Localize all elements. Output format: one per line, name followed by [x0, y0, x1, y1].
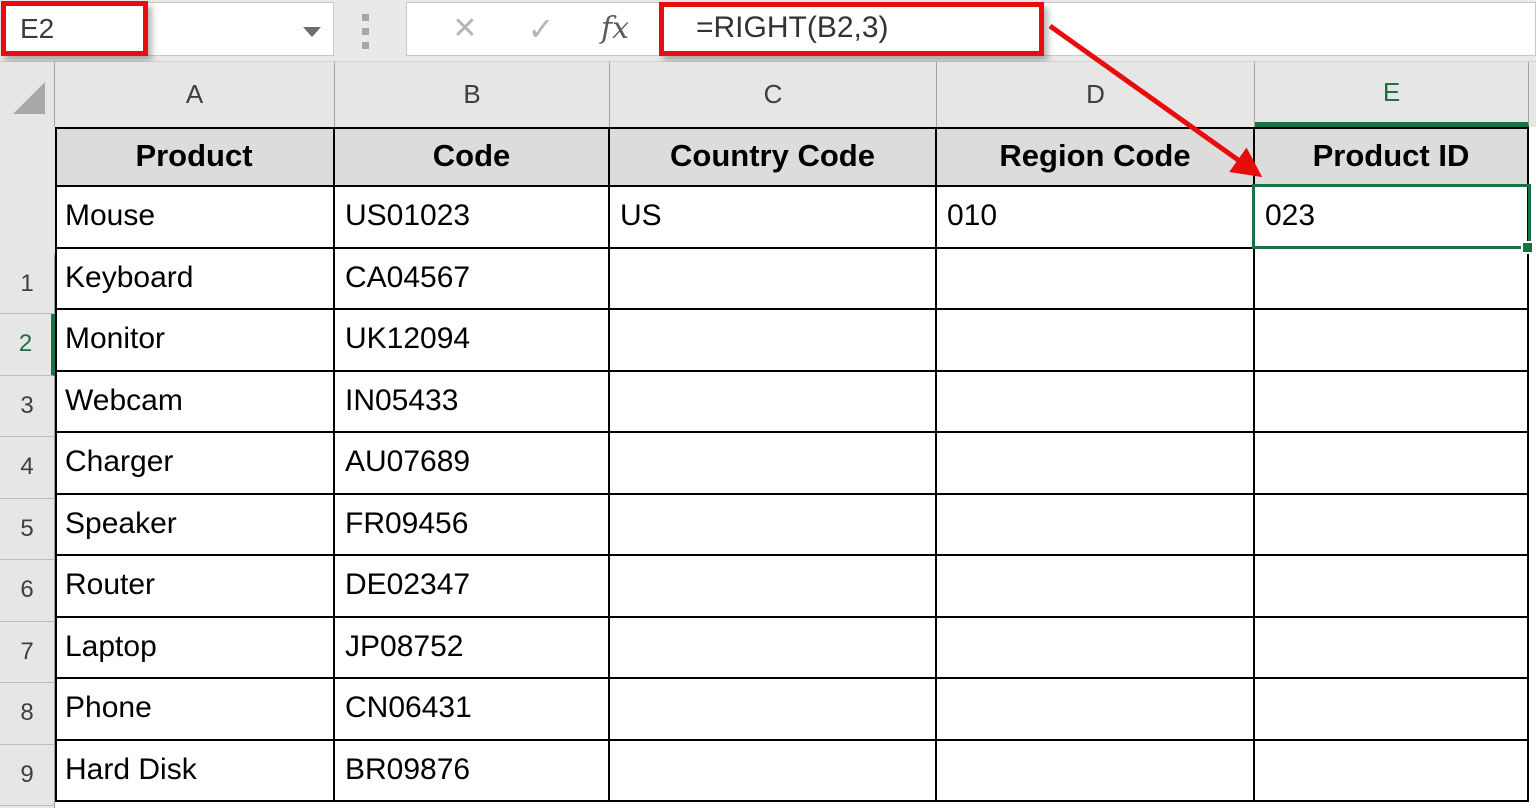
- enter-check-icon[interactable]: ✓: [519, 3, 563, 55]
- spreadsheet-app: E2 ✕ ✓ fx =RIGHT(B2,3) ABCDE 12345678910…: [0, 0, 1536, 808]
- formula-bar-drag-handle[interactable]: [362, 14, 370, 50]
- row-header-9[interactable]: 9: [0, 744, 55, 806]
- cell-D4[interactable]: [937, 310, 1255, 372]
- cell-B4[interactable]: UK12094: [335, 310, 610, 372]
- cell-B2[interactable]: US01023: [335, 187, 610, 249]
- cell-E4[interactable]: [1255, 310, 1529, 372]
- row-header-4[interactable]: 4: [0, 437, 55, 499]
- row-header-7[interactable]: 7: [0, 621, 55, 683]
- insert-function-fx-icon[interactable]: fx: [593, 3, 637, 55]
- column-header-b[interactable]: B: [335, 62, 610, 127]
- cell-D7[interactable]: [937, 494, 1255, 556]
- name-box-value[interactable]: E2: [20, 3, 54, 55]
- cell-A1[interactable]: Product: [55, 127, 335, 187]
- name-box[interactable]: E2: [3, 2, 334, 56]
- cell-E10[interactable]: [1255, 679, 1529, 741]
- column-header-c[interactable]: C: [610, 62, 937, 127]
- cell-C7[interactable]: [610, 494, 937, 556]
- cell-D5[interactable]: [937, 371, 1255, 433]
- column-header-strip: ABCDE: [0, 62, 1536, 127]
- cell-C8[interactable]: [610, 556, 937, 618]
- cell-B11[interactable]: BR09876: [335, 740, 610, 802]
- cell-A10[interactable]: Phone: [55, 679, 335, 741]
- formula-bar-chrome: E2 ✕ ✓ fx =RIGHT(B2,3): [0, 0, 1536, 62]
- cell-B10[interactable]: CN06431: [335, 679, 610, 741]
- cell-B8[interactable]: DE02347: [335, 556, 610, 618]
- cell-B5[interactable]: IN05433: [335, 371, 610, 433]
- row-header-8[interactable]: 8: [0, 683, 55, 745]
- cell-E1[interactable]: Product ID: [1255, 127, 1529, 187]
- cell-D6[interactable]: [937, 433, 1255, 495]
- cell-A4[interactable]: Monitor: [55, 310, 335, 372]
- cell-E11[interactable]: [1255, 740, 1529, 802]
- formula-input[interactable]: =RIGHT(B2,3): [696, 2, 889, 54]
- cell-C9[interactable]: [610, 617, 937, 679]
- cell-C5[interactable]: [610, 371, 937, 433]
- cell-B7[interactable]: FR09456: [335, 494, 610, 556]
- cell-E6[interactable]: [1255, 433, 1529, 495]
- cell-A11[interactable]: Hard Disk: [55, 740, 335, 802]
- row-header-6[interactable]: 6: [0, 560, 55, 622]
- cell-A8[interactable]: Router: [55, 556, 335, 618]
- name-box-dropdown-icon[interactable]: [303, 27, 321, 37]
- cell-E9[interactable]: [1255, 617, 1529, 679]
- cell-C1[interactable]: Country Code: [610, 127, 937, 187]
- cell-A9[interactable]: Laptop: [55, 617, 335, 679]
- cell-D8[interactable]: [937, 556, 1255, 618]
- cell-A6[interactable]: Charger: [55, 433, 335, 495]
- cell-C4[interactable]: [610, 310, 937, 372]
- row-header-3[interactable]: 3: [0, 375, 55, 437]
- formula-bar[interactable]: ✕ ✓ fx: [406, 2, 1536, 56]
- cell-C6[interactable]: [610, 433, 937, 495]
- cell-E3[interactable]: [1255, 248, 1529, 310]
- cell-D11[interactable]: [937, 740, 1255, 802]
- column-header-a[interactable]: A: [55, 62, 335, 127]
- cell-D3[interactable]: [937, 248, 1255, 310]
- cell-A2[interactable]: Mouse: [55, 187, 335, 249]
- select-all-triangle-icon: [13, 82, 45, 114]
- column-header-d[interactable]: D: [937, 62, 1255, 127]
- row-header-2[interactable]: 2: [0, 314, 55, 376]
- cell-B1[interactable]: Code: [335, 127, 610, 187]
- select-all-button[interactable]: [0, 62, 55, 127]
- cell-E7[interactable]: [1255, 494, 1529, 556]
- cell-B9[interactable]: JP08752: [335, 617, 610, 679]
- cell-D1[interactable]: Region Code: [937, 127, 1255, 187]
- cell-E2[interactable]: 023: [1255, 187, 1529, 249]
- cell-B6[interactable]: AU07689: [335, 433, 610, 495]
- cell-E5[interactable]: [1255, 371, 1529, 433]
- row-header-1[interactable]: 1: [0, 254, 55, 314]
- column-header-e[interactable]: E: [1255, 62, 1529, 127]
- cell-B3[interactable]: CA04567: [335, 248, 610, 310]
- cell-C11[interactable]: [610, 740, 937, 802]
- cell-E8[interactable]: [1255, 556, 1529, 618]
- cell-D10[interactable]: [937, 679, 1255, 741]
- cell-C10[interactable]: [610, 679, 937, 741]
- cell-C2[interactable]: US: [610, 187, 937, 249]
- cell-A7[interactable]: Speaker: [55, 494, 335, 556]
- fill-handle[interactable]: [1521, 241, 1534, 254]
- cell-C3[interactable]: [610, 248, 937, 310]
- row-header-strip: 1234567891011: [0, 127, 55, 808]
- cell-D2[interactable]: 010: [937, 187, 1255, 249]
- cell-D9[interactable]: [937, 617, 1255, 679]
- cell-A3[interactable]: Keyboard: [55, 248, 335, 310]
- row-header-5[interactable]: 5: [0, 498, 55, 560]
- cell-A5[interactable]: Webcam: [55, 371, 335, 433]
- cancel-icon[interactable]: ✕: [443, 3, 487, 55]
